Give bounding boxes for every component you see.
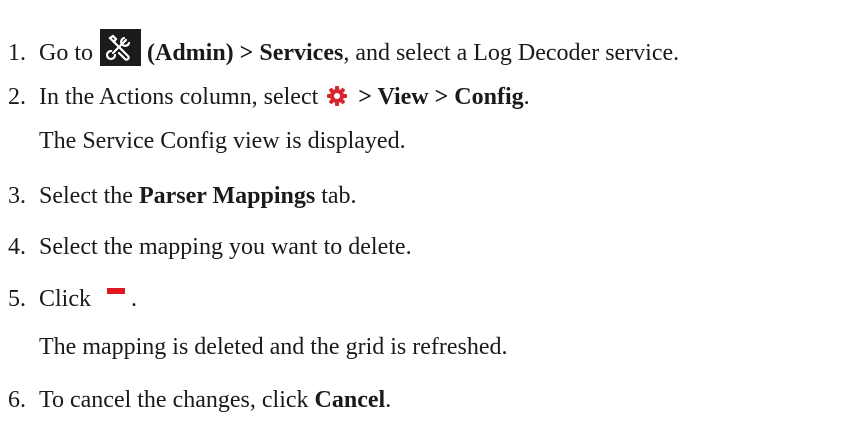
step-5-result: The mapping is deleted and the grid is r… [39,334,508,360]
view-config-path: > View > Config [358,84,524,110]
step-text-end: . [385,387,392,413]
step-3: 3. Select the Parser Mappings tab. [8,182,357,210]
step-text: Select the [39,183,139,209]
minus-icon [107,288,125,294]
step-4: 4. Select the mapping you want to delete. [8,233,412,261]
step-1: 1. Go to (Admin) > Services, and select a… [8,29,679,67]
step-text-end: tab. [315,183,357,209]
step-number: 4. [8,234,26,260]
parser-mappings-tab-name: Parser Mappings [138,183,316,209]
step-number: 2. [8,84,26,110]
step-text: Go to [39,40,93,66]
admin-tools-icon [100,29,141,66]
step-text: Click [39,286,91,312]
step-text: Select the mapping you want to delete. [39,234,412,260]
step-2: 2. In the Actions column, select > View >… [8,83,530,111]
step-text-end: . [131,286,137,312]
step-text: In the Actions column, select [39,84,319,110]
step-5: 5. Click. [8,285,137,313]
step-text: To cancel the changes, click [39,387,315,413]
step-number: 3. [8,183,26,209]
step-text-end: , and select a Log Decoder service. [343,40,680,66]
step-number: 6. [8,387,26,413]
cancel-label: Cancel [314,387,386,413]
step-2-result: The Service Config view is displayed. [39,128,406,154]
admin-services-path: (Admin) > Services [147,40,344,66]
step-number: 1. [8,40,26,66]
step-6: 6. To cancel the changes, click Cancel. [8,386,391,414]
gear-icon [326,85,348,107]
step-number: 5. [8,286,26,312]
step-text-end: . [523,84,530,110]
